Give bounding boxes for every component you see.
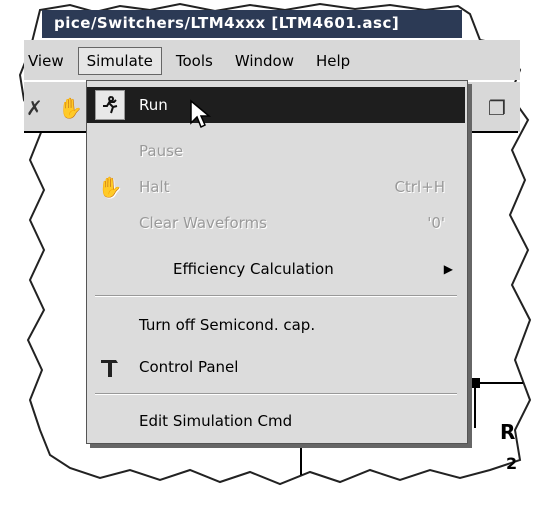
menu-item-edit-simulation-cmd[interactable]: Edit Simulation Cmd xyxy=(87,403,465,439)
menu-item-shortcut: '0' xyxy=(427,214,445,232)
menu-item-turn-off-semicond-cap[interactable]: Turn off Semicond. cap. xyxy=(87,307,465,343)
menu-item-label: Pause xyxy=(139,142,184,160)
menu-bar: View Simulate Tools Window Help xyxy=(20,44,364,78)
menu-item-label: Turn off Semicond. cap. xyxy=(139,316,316,334)
menu-item-label: Control Panel xyxy=(139,358,239,376)
menu-tools[interactable]: Tools xyxy=(168,47,221,75)
mouse-pointer-icon xyxy=(190,99,212,129)
simulate-menu: Run Pause ✋ Halt Ctrl+H Clear Waveforms … xyxy=(86,80,468,444)
menu-item-halt[interactable]: ✋ Halt Ctrl+H xyxy=(87,169,465,205)
submenu-arrow-icon: ▶ xyxy=(443,262,453,276)
menu-simulate[interactable]: Simulate xyxy=(77,47,162,75)
schematic-wire xyxy=(478,382,523,384)
hand-icon: ✋ xyxy=(97,175,123,199)
menu-separator xyxy=(95,393,457,395)
torn-screenshot-fragment: pice/Switchers/LTM4xxx [LTM4601.asc] Vie… xyxy=(0,0,538,505)
menu-item-run[interactable]: Run xyxy=(87,87,465,129)
menu-view[interactable]: View xyxy=(20,47,72,75)
menu-item-label: Efficiency Calculation xyxy=(173,260,334,278)
menu-item-label: Clear Waveforms xyxy=(139,214,267,232)
menu-item-clear-waveforms[interactable]: Clear Waveforms '0' xyxy=(87,205,465,241)
menu-window[interactable]: Window xyxy=(227,47,302,75)
hammer-icon xyxy=(95,352,125,382)
menu-item-label: Edit Simulation Cmd xyxy=(139,412,293,430)
schematic-label-r: R xyxy=(500,420,516,444)
menu-separator xyxy=(95,295,457,297)
menu-item-label: Run xyxy=(139,96,168,114)
menu-item-control-panel[interactable]: Control Panel xyxy=(87,349,465,385)
menu-item-pause[interactable]: Pause xyxy=(87,133,465,169)
schematic-wire xyxy=(300,440,302,475)
menu-item-shortcut: Ctrl+H xyxy=(394,178,445,196)
run-toolbar-icon[interactable]: ✗ xyxy=(26,96,43,120)
schematic-label-2: 2 xyxy=(506,454,518,473)
cascade-windows-icon[interactable]: ❐ xyxy=(488,96,506,120)
running-man-icon xyxy=(95,90,125,120)
menu-item-label: Halt xyxy=(139,178,170,196)
window-title: pice/Switchers/LTM4xxx [LTM4601.asc] xyxy=(54,14,400,32)
menu-help[interactable]: Help xyxy=(308,47,358,75)
menu-item-efficiency-calculation[interactable]: Efficiency Calculation ▶ xyxy=(87,251,465,287)
halt-toolbar-icon[interactable]: ✋ xyxy=(58,96,83,120)
schematic-wire xyxy=(474,388,476,428)
